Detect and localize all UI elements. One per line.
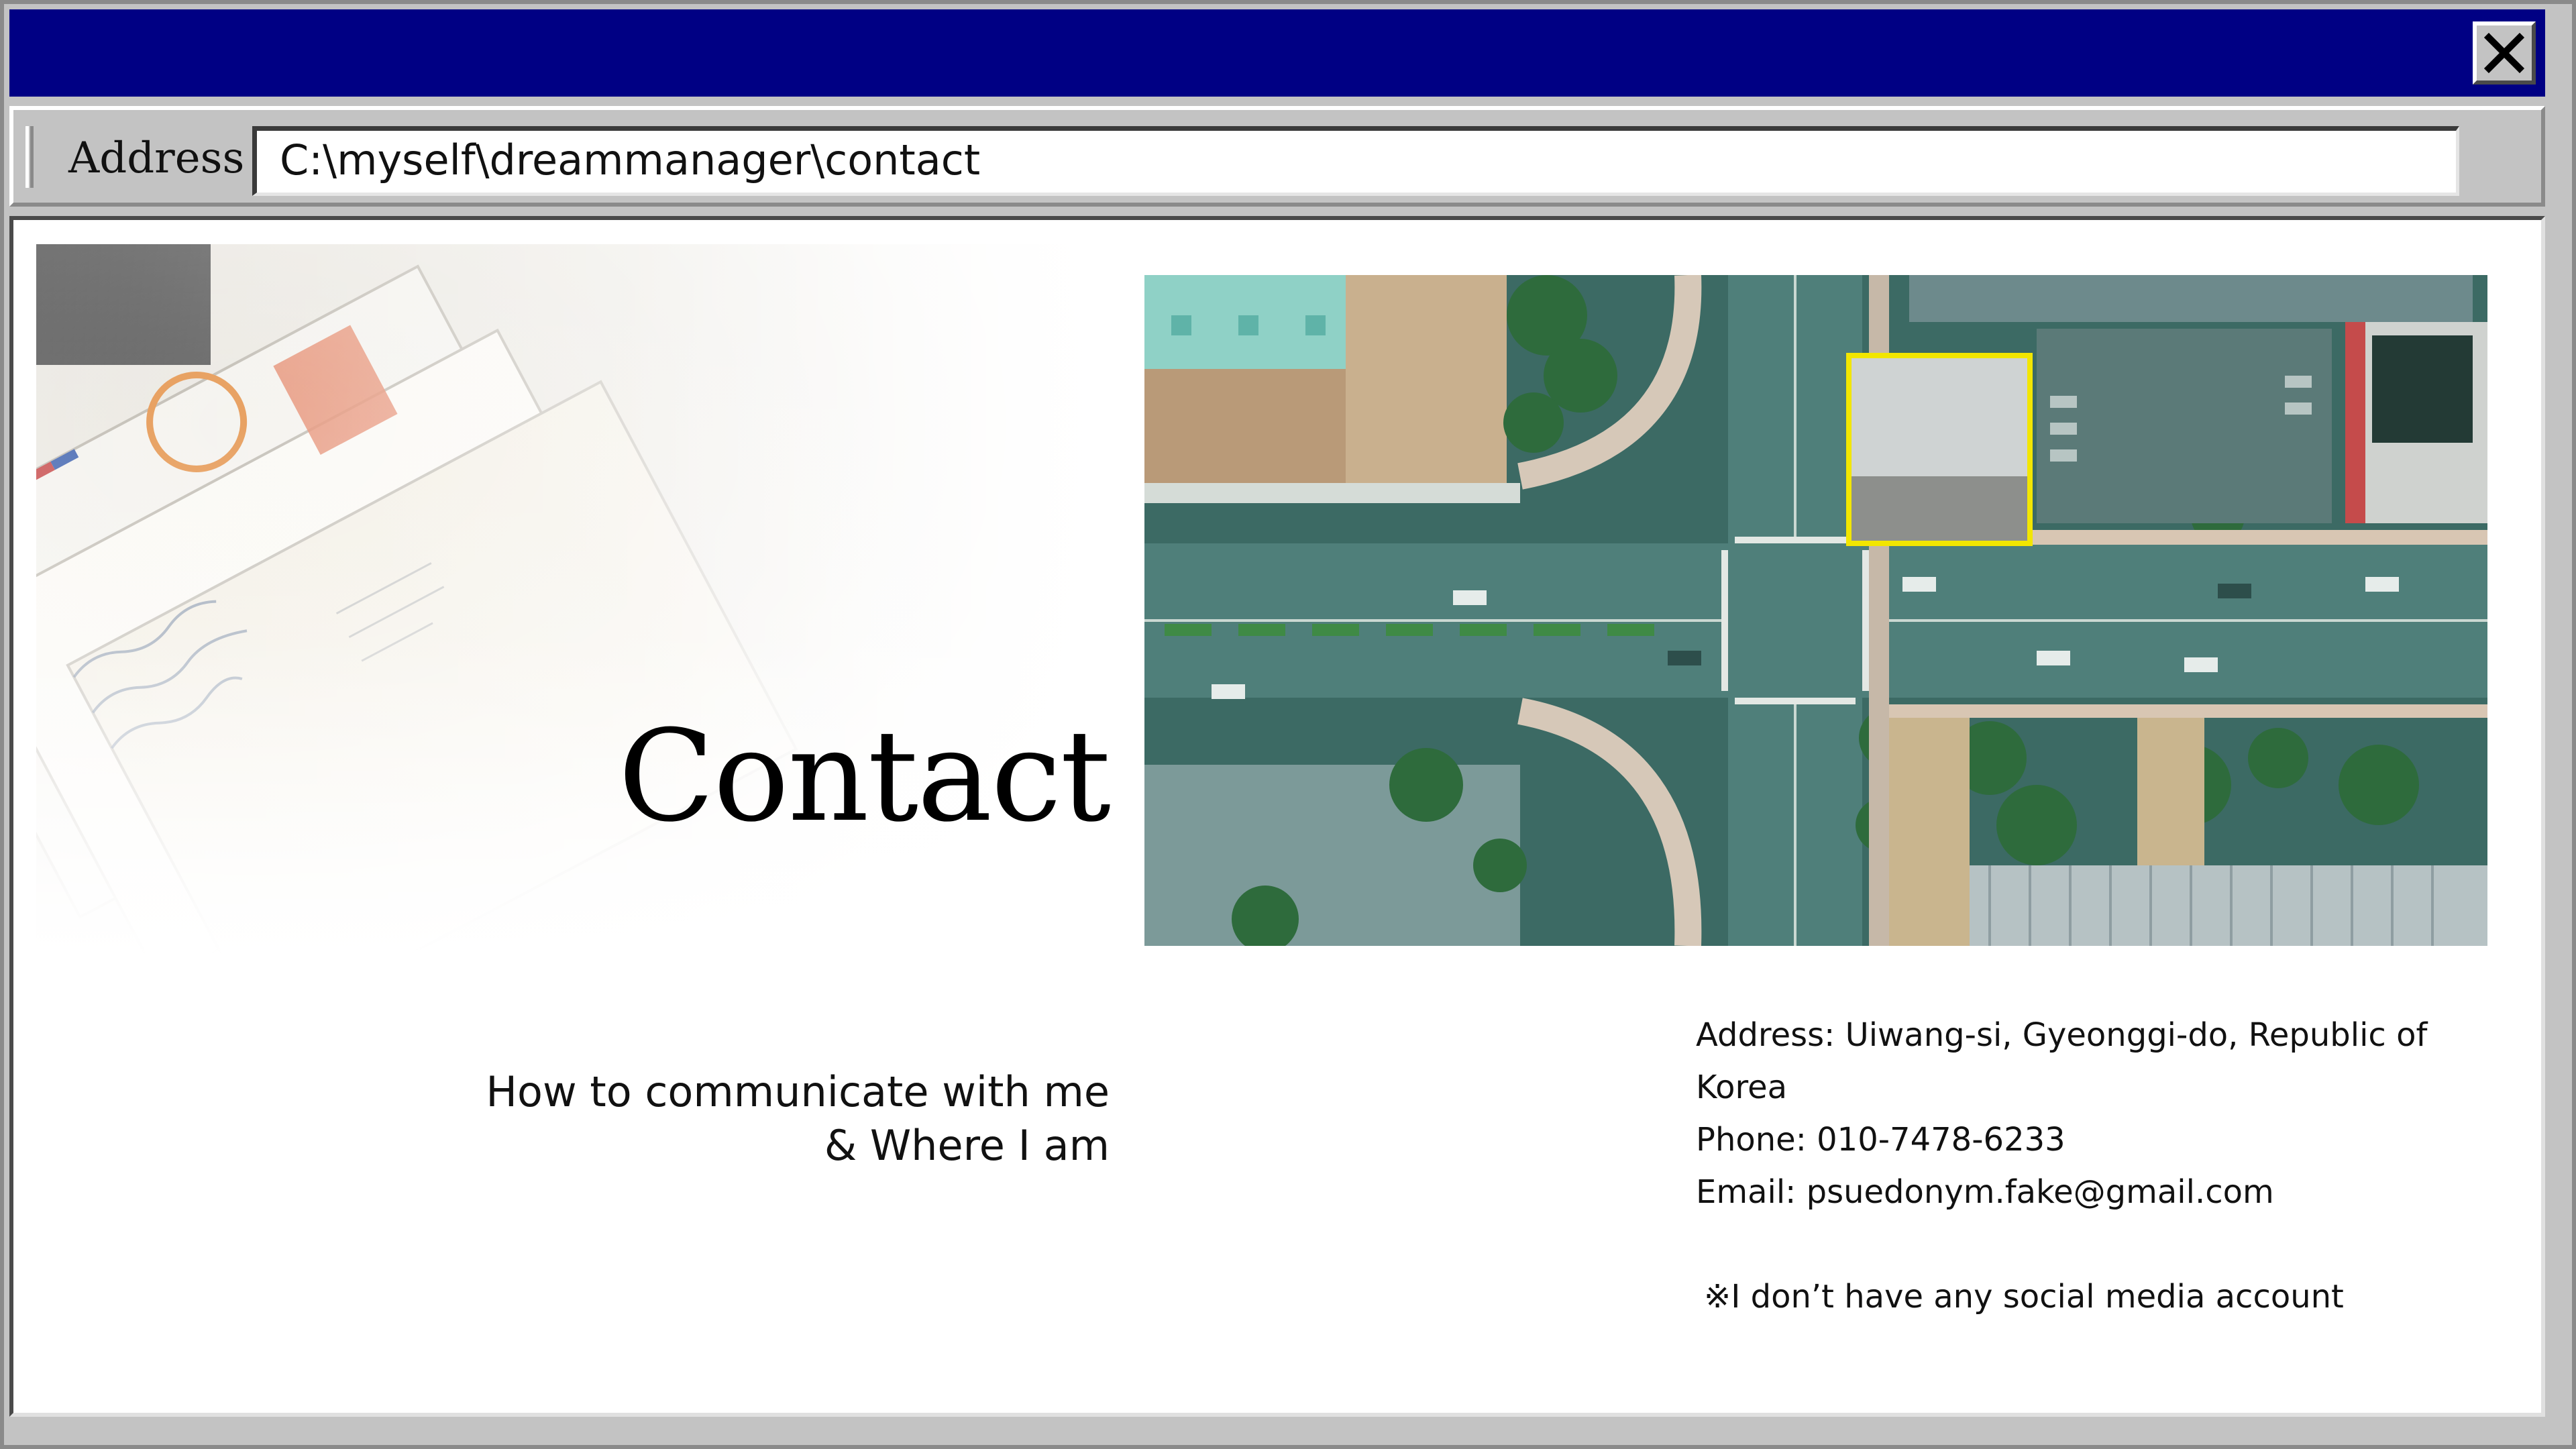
letters-image <box>36 244 1110 959</box>
close-button[interactable] <box>2473 21 2536 85</box>
contact-address: Address: Uiwang-si, Gyeonggi-do, Republi… <box>1696 1016 2428 1106</box>
page-subtitle: How to communicate with me & Where I am <box>36 1065 1110 1173</box>
contact-email[interactable]: Email: psuedonym.fake@gmail.com <box>1696 1166 2501 1218</box>
page-content: Contact How to communicate with me & Whe… <box>9 216 2545 1417</box>
toolbar-grip[interactable] <box>25 126 34 188</box>
contact-phone: Phone: 010-7478-6233 <box>1696 1121 2065 1159</box>
address-label: Address <box>68 133 245 183</box>
contact-info: Address: Uiwang-si, Gyeonggi-do, Republi… <box>1696 1009 2501 1323</box>
aerial-map-image <box>1144 275 2487 946</box>
social-media-note: ※I don’t have any social media account <box>1704 1278 2344 1316</box>
address-input[interactable]: C:\myself\dreammanager\contact <box>252 126 2459 196</box>
page-title: Contact <box>618 703 1111 850</box>
title-bar[interactable] <box>9 9 2545 97</box>
browser-window: Address C:\myself\dreammanager\contact C… <box>0 0 2576 1449</box>
address-bar: Address C:\myself\dreammanager\contact <box>9 106 2545 207</box>
close-icon <box>2483 32 2525 74</box>
subtitle-line-1: How to communicate with me <box>486 1067 1110 1116</box>
subtitle-line-2: & Where I am <box>824 1121 1110 1170</box>
